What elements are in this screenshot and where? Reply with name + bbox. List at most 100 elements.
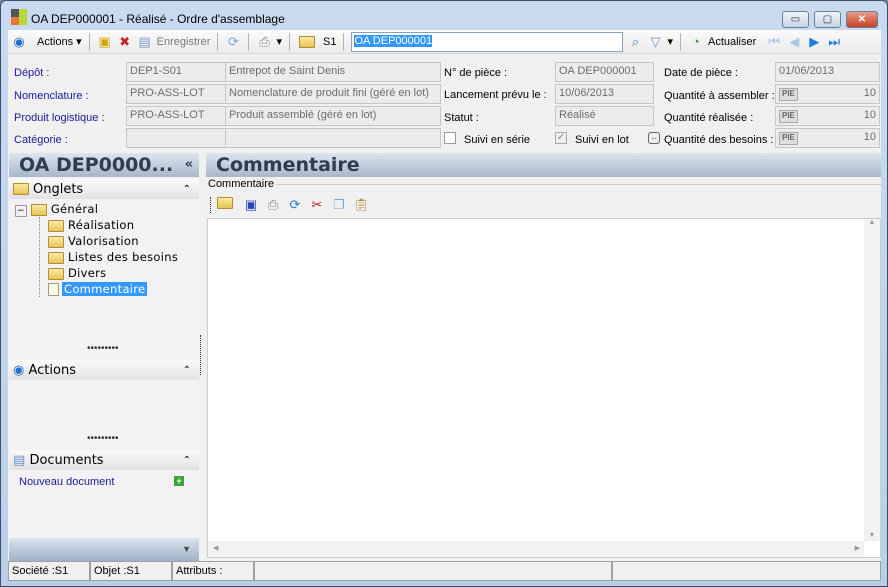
tree-item-besoins[interactable]: Listes des besoins — [48, 249, 199, 265]
main-title: Commentaire — [206, 153, 881, 177]
close-button[interactable]: ✕ — [846, 11, 878, 28]
tree-item-valorisation[interactable]: Valorisation — [48, 233, 199, 249]
folder-icon — [48, 235, 64, 248]
documents-section-header[interactable]: ▤ Documents ⌃ — [9, 450, 199, 470]
nomenclature-desc-field: Nomenclature de produit fini (géré en lo… — [225, 84, 441, 104]
launch-label: Lancement prévu le : — [444, 89, 547, 101]
save-button[interactable]: Enregistrer — [157, 36, 211, 48]
splitter-handle[interactable]: ••••••••• — [87, 343, 119, 354]
cut-icon[interactable]: ✂ — [309, 197, 325, 213]
nomenclature-label: Nomenclature : — [14, 90, 89, 102]
actions-menu[interactable]: Actions ▾ — [37, 35, 82, 48]
refresh-icon: ◔ — [692, 33, 700, 49]
qty-needs-label: Quantité des besoins : — [664, 134, 774, 146]
filter-icon[interactable]: ▽ — [647, 34, 663, 50]
window: OA DEP000001 - Réalisé - Ordre d'assembl… — [0, 0, 888, 587]
group-label: Commentaire — [208, 178, 277, 190]
folder-icon — [13, 183, 29, 195]
qty-done-label: Quantité réalisée : — [664, 112, 754, 124]
actions-section-header[interactable]: ◉ Actions ⌃ — [9, 360, 199, 380]
category-code-field[interactable] — [126, 128, 227, 148]
add-document-icon[interactable]: + — [174, 476, 184, 486]
toolbar: ◉ Actions ▾ ▣ ✖ ▤ Enregistrer ⟳ ⎙ ▾ S1 OA… — [8, 30, 881, 54]
company-status: Société :S1 — [8, 561, 90, 581]
lot-details-button[interactable]: .. — [648, 132, 660, 144]
tabs-section-header[interactable]: Onglets ⌃ — [9, 179, 199, 199]
folder-icon — [48, 219, 64, 232]
depot-code-field[interactable]: DEP1-S01 — [126, 62, 227, 82]
category-desc-field — [225, 128, 441, 148]
vertical-scrollbar[interactable]: ▲ ▼ — [864, 219, 880, 541]
previous-record-icon[interactable]: ◀ — [786, 34, 802, 50]
document-icon — [48, 283, 59, 296]
search-icon[interactable]: ⌕ — [627, 34, 643, 50]
piece-field: OA DEP000001 — [555, 62, 654, 82]
product-desc-field: Produit assemblé (géré en lot) — [225, 106, 441, 126]
qty-needs-field: PIE 10 — [775, 128, 880, 148]
tree-item-divers[interactable]: Divers — [48, 265, 199, 281]
status-panel — [254, 561, 612, 581]
qty-done-field: PIE 10 — [775, 106, 880, 126]
folder-icon — [48, 267, 64, 280]
folder-icon — [48, 251, 64, 264]
maximize-button[interactable]: ▢ — [814, 11, 841, 28]
search-input[interactable]: OA DEP000001 — [351, 31, 624, 52]
sync-icon[interactable]: ⟳ — [225, 34, 241, 50]
nomenclature-code-field[interactable]: PRO-ASS-LOT — [126, 84, 227, 104]
sidebar-title: OA DEP0000... « — [9, 153, 199, 177]
depot-desc-field: Entrepot de Saint Denis — [225, 62, 441, 82]
filter-dropdown[interactable]: ▾ — [667, 35, 673, 48]
print-icon[interactable]: ⎙ — [256, 34, 272, 50]
tree-item-realisation[interactable]: Réalisation — [48, 217, 199, 233]
qty-assemble-label: Quantité à assembler : — [664, 90, 775, 102]
lot-label: Suivi en lot — [575, 134, 629, 146]
new-document-link[interactable]: Nouveau document — [19, 476, 114, 488]
tabs-tree: − Général Réalisation Valorisation Liste… — [9, 199, 199, 297]
launch-date-field[interactable]: 10/06/2013 — [555, 84, 654, 104]
piece-label: N° de pièce : — [444, 67, 508, 79]
serial-label: Suivi en série — [464, 134, 531, 146]
window-title: OA DEP000001 - Réalisé - Ordre d'assembl… — [31, 12, 285, 26]
lot-checkbox[interactable]: ✓ — [555, 132, 567, 144]
new-icon[interactable]: ▣ — [97, 34, 113, 50]
folder-icon — [298, 35, 315, 48]
open-icon[interactable] — [217, 197, 233, 209]
object-status: Objet :S1 — [90, 561, 172, 581]
save-icon[interactable]: ▣ — [243, 197, 259, 213]
splitter-handle[interactable]: ••••••••• — [87, 433, 119, 444]
paste-icon[interactable]: 📋︎ — [353, 197, 370, 213]
product-label: Produit logistique : — [14, 112, 105, 124]
sidebar-overflow-button[interactable]: ▼ — [9, 538, 199, 561]
status-label: Statut : — [444, 112, 479, 124]
product-code-field[interactable]: PRO-ASS-LOT — [126, 106, 227, 126]
next-record-icon[interactable]: ▶ — [806, 34, 822, 50]
comment-toolbar: ▣ ⎙ ⟳ ✂ ❐ 📋︎ — [210, 197, 370, 213]
sidebar: OA DEP0000... « Onglets ⌃ − Général Réalis… — [9, 153, 199, 561]
category-label: Catégorie : — [14, 134, 68, 146]
collapse-sidebar-button[interactable]: « — [185, 153, 193, 177]
client-area: ◉ Actions ▾ ▣ ✖ ▤ Enregistrer ⟳ ⎙ ▾ S1 OA… — [8, 30, 881, 581]
first-record-icon[interactable]: ⏮ — [766, 34, 782, 50]
delete-icon[interactable]: ✖ — [117, 34, 133, 50]
tree-item-commentaire[interactable]: Commentaire — [48, 281, 199, 297]
copy-icon[interactable]: ❐ — [331, 197, 347, 213]
print-dropdown[interactable]: ▾ — [276, 35, 282, 48]
refresh-icon[interactable]: ⟳ — [287, 197, 303, 213]
qty-assemble-field: PIE 10 — [775, 84, 880, 104]
status-bar: Société :S1 Objet :S1 Attributs : — [8, 561, 881, 581]
date-label: Date de pièce : — [664, 67, 738, 79]
minimize-button[interactable]: ▭ — [782, 11, 809, 28]
depot-label: Dépôt : — [14, 67, 50, 79]
last-record-icon[interactable]: ⏭ — [826, 34, 842, 50]
app-icon — [11, 9, 27, 25]
attributes-status: Attributs : — [172, 561, 254, 581]
folder-label[interactable]: S1 — [323, 36, 336, 48]
comment-textarea[interactable]: ▲ ▼ ◀ ▶ — [207, 218, 881, 558]
print-icon[interactable]: ⎙ — [265, 197, 281, 213]
refresh-button[interactable]: Actualiser — [708, 36, 756, 48]
horizontal-scrollbar[interactable]: ◀ ▶ — [208, 541, 864, 557]
vertical-splitter[interactable] — [200, 335, 201, 375]
serial-checkbox[interactable] — [444, 132, 456, 144]
tree-item-general[interactable]: − Général — [15, 201, 199, 217]
main-panel: Commentaire Commentaire ▣ ⎙ ⟳ ✂ ❐ 📋︎ ▲ ▼ … — [206, 153, 881, 561]
